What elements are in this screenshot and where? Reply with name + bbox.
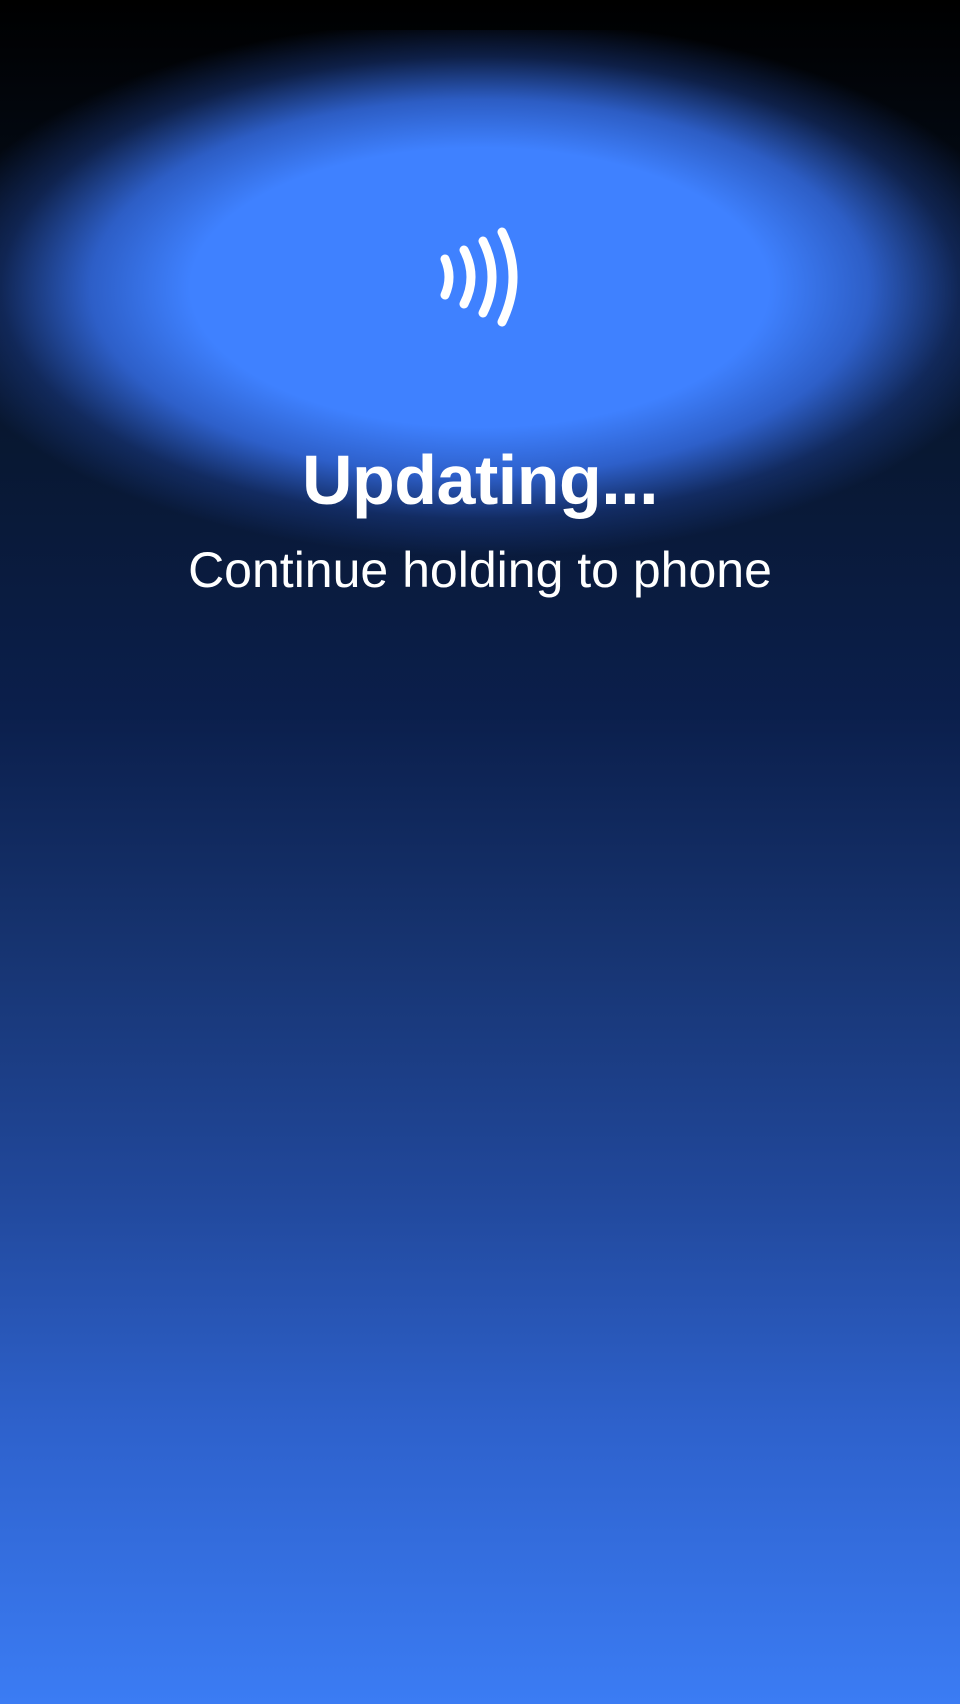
update-screen: Updating... Continue holding to phone (0, 0, 960, 1704)
contactless-nfc-icon (428, 222, 532, 332)
status-title: Updating... (301, 441, 659, 519)
status-subtitle: Continue holding to phone (188, 542, 772, 598)
